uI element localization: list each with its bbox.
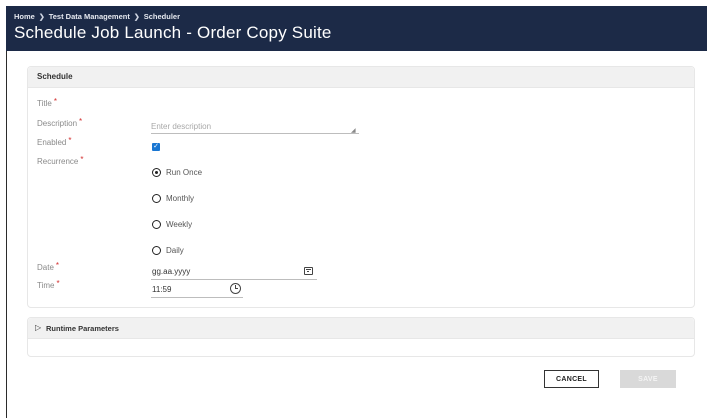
time-label-text: Time: [37, 281, 55, 290]
description-label-text: Description: [37, 119, 78, 128]
breadcrumb-home[interactable]: Home: [14, 12, 35, 21]
cancel-button[interactable]: CANCEL: [544, 370, 599, 388]
time-value: 11:59: [152, 285, 172, 294]
recurrence-option-weekly[interactable]: Weekly: [152, 220, 192, 229]
clock-icon[interactable]: [230, 283, 241, 294]
time-label: Time *: [37, 279, 60, 290]
date-label: Date *: [37, 261, 60, 272]
radio-unselected-icon: [152, 246, 161, 255]
save-button[interactable]: SAVE: [620, 370, 676, 388]
breadcrumb-separator-icon: ❯: [133, 13, 140, 21]
radio-unselected-icon: [152, 194, 161, 203]
required-marker: *: [55, 261, 60, 270]
date-label-text: Date: [37, 263, 54, 272]
radio-unselected-icon: [152, 220, 161, 229]
recurrence-option-daily[interactable]: Daily: [152, 246, 184, 255]
recurrence-option-label: Daily: [166, 246, 184, 255]
breadcrumb: Home ❯ Test Data Management ❯ Scheduler: [14, 12, 180, 21]
date-field[interactable]: gg.aa.yyyy: [151, 265, 317, 280]
recurrence-option-label: Monthly: [166, 194, 195, 203]
required-marker: *: [56, 279, 60, 288]
enabled-label-text: Enabled: [37, 138, 67, 147]
required-marker: *: [79, 117, 83, 126]
required-marker: *: [53, 97, 57, 106]
runtime-parameters-header[interactable]: ▷ Runtime Parameters: [28, 318, 694, 339]
recurrence-option-label: Run Once: [166, 168, 203, 177]
radio-selected-icon: [152, 168, 161, 177]
checkmark-icon: ✓: [153, 143, 159, 150]
resize-grip-icon[interactable]: ◢: [351, 127, 356, 134]
breadcrumb-scheduler[interactable]: Scheduler: [144, 12, 180, 21]
schedule-card-header: Schedule: [28, 67, 694, 88]
required-marker: *: [68, 136, 72, 145]
title-label: Title *: [37, 97, 57, 108]
description-field[interactable]: [151, 119, 359, 134]
recurrence-option-label: Weekly: [166, 220, 193, 229]
page-header: Home ❯ Test Data Management ❯ Scheduler …: [6, 6, 707, 51]
schedule-card: Schedule Title* Description* ◢ Enabled* …: [27, 66, 695, 308]
required-marker: *: [80, 155, 84, 164]
recurrence-option-monthly[interactable]: Monthly: [152, 194, 194, 203]
runtime-parameters-title: Runtime Parameters: [46, 324, 119, 333]
main-content: Schedule Title* Description* ◢ Enabled* …: [7, 51, 707, 418]
recurrence-option-run-once[interactable]: Run Once: [152, 168, 202, 177]
breadcrumb-separator-icon: ❯: [38, 13, 45, 21]
page-title: Schedule Job Launch - Order Copy Suite: [14, 23, 332, 42]
recurrence-label-text: Recurrence: [37, 157, 79, 166]
recurrence-label: Recurrence *: [37, 155, 84, 166]
description-label: Description *: [37, 117, 83, 128]
expand-triangle-icon: ▷: [35, 323, 42, 332]
enabled-label: Enabled *: [37, 136, 72, 147]
time-field[interactable]: 11:59: [151, 283, 243, 298]
schedule-section-title: Schedule: [37, 72, 73, 81]
calendar-icon[interactable]: [304, 267, 313, 275]
date-value: gg.aa.yyyy: [152, 267, 191, 276]
breadcrumb-test-data-management[interactable]: Test Data Management: [49, 12, 130, 21]
enabled-checkbox[interactable]: ✓: [152, 143, 160, 151]
runtime-parameters-card: ▷ Runtime Parameters: [27, 317, 695, 357]
title-label-text: Title: [37, 99, 52, 108]
